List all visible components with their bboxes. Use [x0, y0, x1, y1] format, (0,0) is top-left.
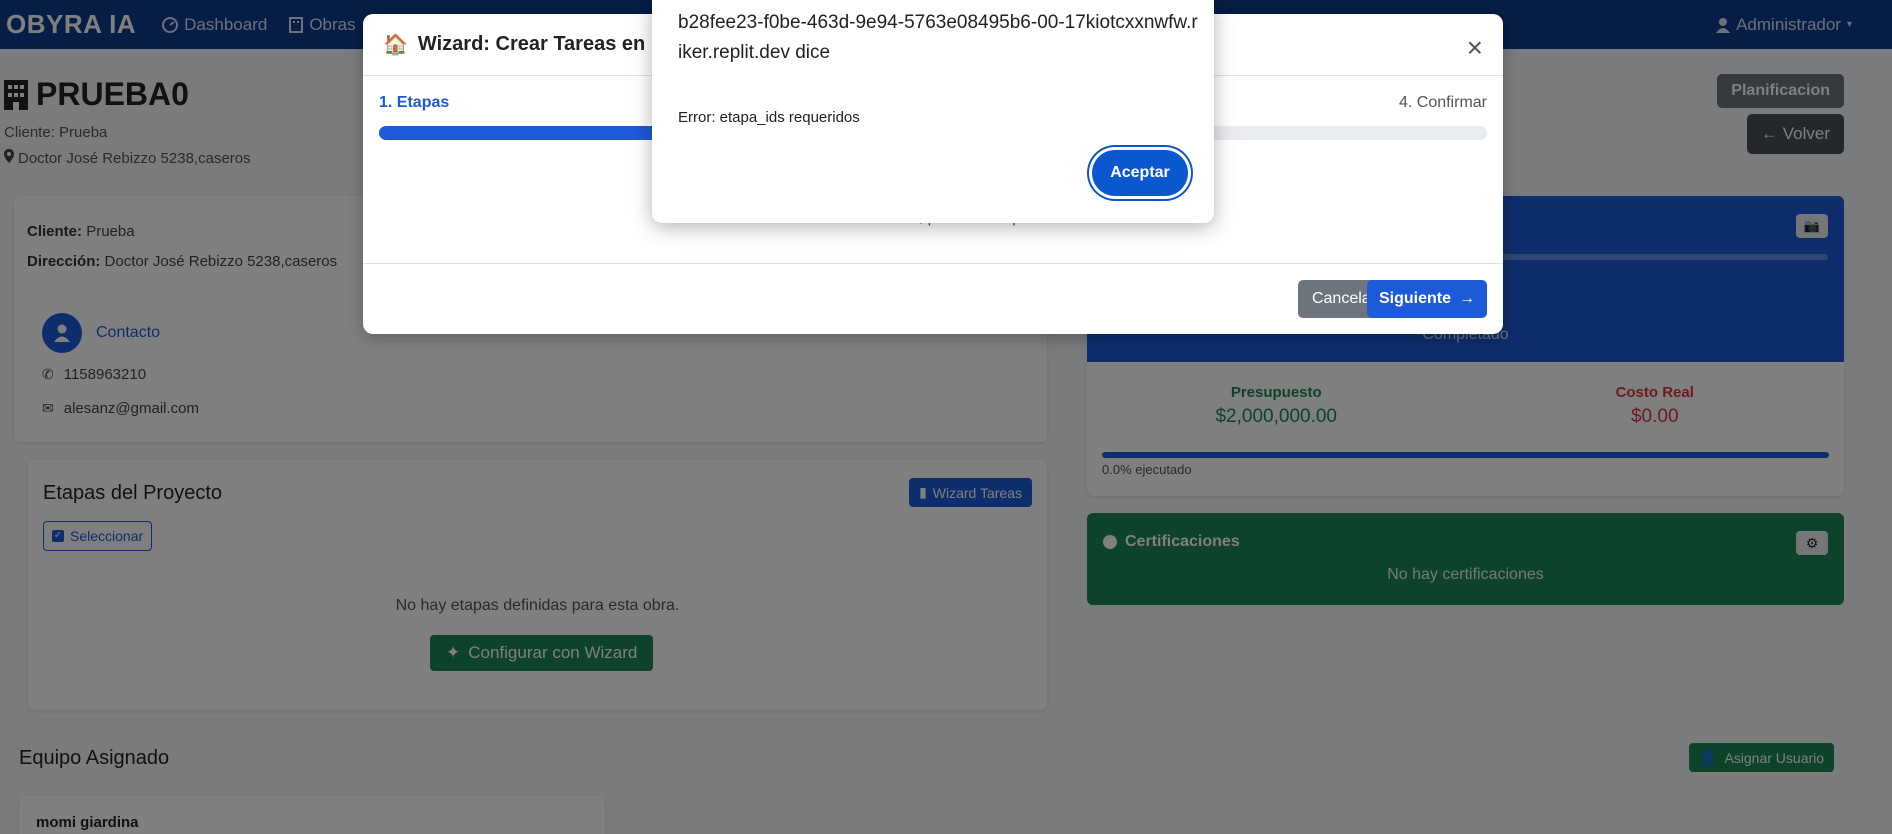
- wizard-modal-footer: Cancelar Siguiente →: [363, 263, 1503, 334]
- browser-alert-dialog: b28fee23-f0be-463d-9e94-5763e08495b6-00-…: [652, 0, 1214, 223]
- house-icon: 🏠: [383, 34, 408, 56]
- wizard-progress-fill: [379, 126, 656, 140]
- close-icon[interactable]: ×: [1467, 34, 1483, 62]
- step-etapas[interactable]: 1. Etapas: [379, 94, 449, 112]
- wizard-modal-title: Wizard: Crear Tareas en Lo: [417, 33, 676, 55]
- next-label: Siguiente: [1378, 290, 1451, 307]
- aceptar-button[interactable]: Aceptar: [1092, 150, 1188, 196]
- step-confirmar[interactable]: 4. Confirmar: [1399, 94, 1487, 112]
- alert-message: Error: etapa_ids requeridos: [678, 109, 860, 126]
- arrow-right-icon: →: [1459, 290, 1475, 307]
- alert-title: b28fee23-f0be-463d-9e94-5763e08495b6-00-…: [678, 12, 1198, 63]
- next-button[interactable]: Siguiente →: [1366, 280, 1487, 318]
